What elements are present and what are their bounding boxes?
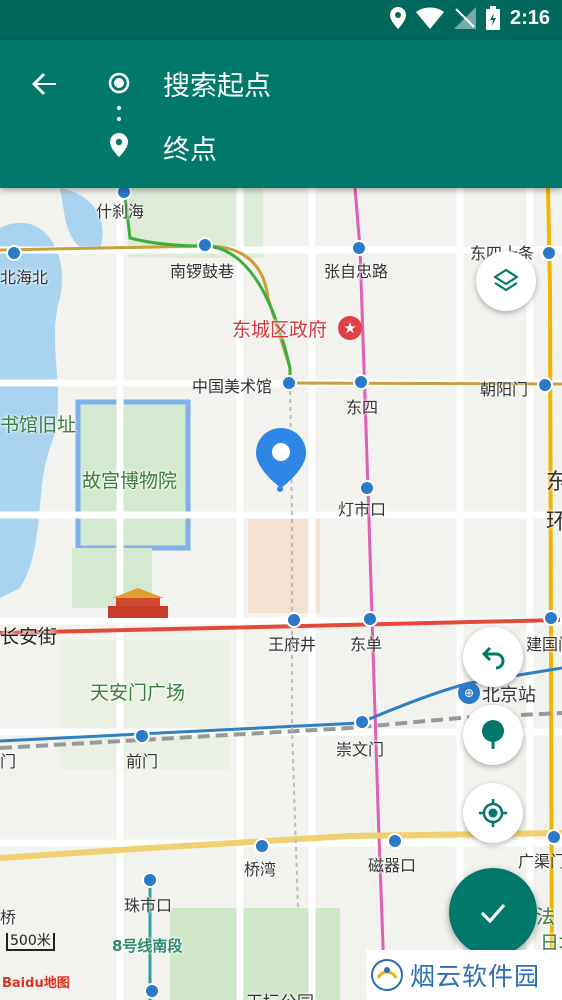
no-signal-icon xyxy=(453,7,476,29)
my-location-button[interactable] xyxy=(463,783,523,843)
metro-station-icon xyxy=(543,610,559,626)
map-label: 东单 xyxy=(350,635,383,654)
metro-station-icon xyxy=(537,377,553,393)
map-label: 南锣鼓巷 xyxy=(170,262,235,281)
map-label: 磁器口 xyxy=(368,856,417,875)
map-label: 门 xyxy=(0,752,17,771)
metro-station-icon xyxy=(354,714,370,730)
my-location-icon xyxy=(479,799,507,827)
status-bar: 2:16 xyxy=(0,0,562,40)
map-label-government: 东城区政府 xyxy=(232,319,328,341)
map-label: 天坛公园 xyxy=(246,988,314,1000)
location-icon xyxy=(389,7,406,29)
pick-point-button[interactable] xyxy=(463,705,523,765)
layers-icon xyxy=(493,268,519,292)
map-label: 东 xyxy=(546,470,562,495)
tiananmen-icon xyxy=(106,588,170,620)
map-label: 什刹海 xyxy=(96,202,145,221)
map-label: 书馆旧址 xyxy=(0,414,77,436)
map-label: 崇文门 xyxy=(336,740,385,759)
map-label: 北海北 xyxy=(0,268,49,287)
metro-station-icon xyxy=(541,245,557,261)
metro-station-icon xyxy=(353,374,369,390)
map-label-palace: 故宫博物院 xyxy=(82,470,178,492)
route-dots-icon xyxy=(116,105,122,122)
watermark-text: 烟云软件园 xyxy=(410,962,541,991)
check-icon xyxy=(480,903,506,924)
undo-icon xyxy=(481,646,505,670)
metro-station-icon xyxy=(362,611,378,627)
metro-station-icon xyxy=(387,833,403,849)
metro-station-icon xyxy=(144,983,160,999)
train-station-icon: ⊕ xyxy=(458,682,480,704)
metro-station-icon xyxy=(134,728,150,744)
start-point-field[interactable]: 搜索起点 xyxy=(163,64,271,103)
route-search-bar: 搜索起点 终点 xyxy=(0,40,562,188)
map-label: 建国门 xyxy=(526,635,562,654)
government-star-icon: ★ xyxy=(338,316,362,340)
watermark-logo-icon xyxy=(371,959,403,991)
map-label: 张自忠路 xyxy=(324,262,389,281)
map-label: 长安街 xyxy=(0,626,58,648)
map-label: 法 xyxy=(536,906,556,928)
metro-station-icon xyxy=(286,612,302,628)
end-point-field[interactable]: 终点 xyxy=(163,128,217,167)
start-point-icon xyxy=(108,72,130,94)
map-label: 环 xyxy=(546,510,562,535)
map-label: 王府井 xyxy=(268,635,317,654)
map-label-square: 天安门广场 xyxy=(90,682,186,704)
map-scale: 500米 xyxy=(6,930,55,951)
metro-station-icon xyxy=(6,245,22,261)
watermark: 烟云软件园 xyxy=(366,950,562,1000)
map-label: 桥湾 xyxy=(244,860,277,879)
layers-button[interactable] xyxy=(476,251,536,311)
map-label: 中国美术馆 xyxy=(192,377,273,396)
status-time: 2:16 xyxy=(509,6,550,29)
battery-icon xyxy=(485,6,500,30)
baidu-logo: Baidu地图 xyxy=(2,976,70,991)
metro-station-icon xyxy=(197,237,213,253)
confirm-button[interactable] xyxy=(449,868,537,956)
undo-button[interactable] xyxy=(463,627,523,687)
map-label: 8号线南段 xyxy=(112,937,183,955)
metro-station-icon xyxy=(254,838,270,854)
wifi-icon xyxy=(415,7,444,29)
map-label: 灯市口 xyxy=(338,500,387,519)
metro-station-icon xyxy=(142,872,158,888)
scale-label: 500米 xyxy=(6,933,55,951)
map-label: 珠市口 xyxy=(124,896,173,915)
map-label: 前门 xyxy=(126,752,159,771)
metro-station-icon xyxy=(546,829,562,845)
map-label: 东四 xyxy=(346,398,379,417)
map-label: 朝阳门 xyxy=(480,380,529,399)
metro-station-icon xyxy=(359,480,375,496)
end-point-icon xyxy=(110,133,128,157)
map-label: 桥 xyxy=(0,908,17,927)
map-label: 广渠门 xyxy=(518,852,562,871)
location-pin-icon[interactable] xyxy=(256,428,306,494)
metro-station-icon xyxy=(281,375,297,391)
pin-drop-icon xyxy=(482,720,504,749)
back-arrow-icon[interactable] xyxy=(22,62,66,106)
pin-anchor-dot xyxy=(277,486,283,492)
metro-station-icon xyxy=(351,240,367,256)
